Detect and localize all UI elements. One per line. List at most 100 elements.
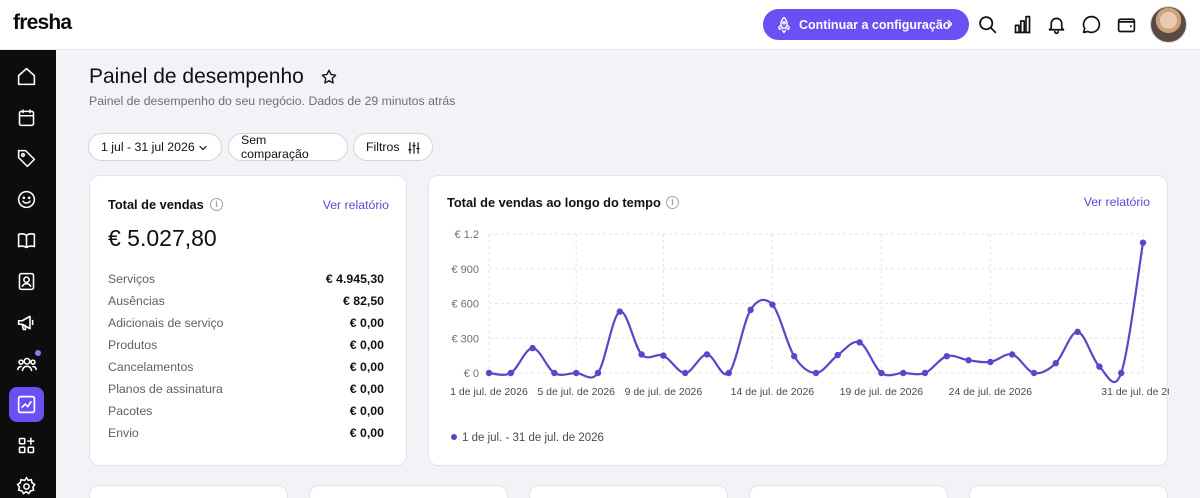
bell-icon[interactable]: [1045, 13, 1067, 35]
data-point: [551, 369, 558, 377]
x-tick-label: 5 de jul. de 2026: [537, 386, 615, 398]
x-tick-label: 14 de jul. de 2026: [731, 386, 815, 398]
contact-card-icon: [18, 272, 35, 291]
filters-button[interactable]: Filtros: [353, 133, 433, 161]
total-sales-card: Total de vendas i Ver relatório € 5.027,…: [89, 175, 407, 466]
date-range-dropdown[interactable]: 1 jul - 31 jul 2026: [88, 133, 222, 161]
sales-breakdown-value: € 0,00: [349, 426, 384, 440]
sidebar-item-team-card[interactable]: [9, 264, 44, 299]
summary-card: [969, 485, 1168, 498]
sales-breakdown-row: Planos de assinatura € 0,00: [108, 382, 384, 396]
y-tick-label: € 300: [451, 333, 479, 345]
data-point: [1009, 351, 1016, 358]
sales-breakdown-value: € 0,00: [349, 404, 384, 418]
sales-breakdown-label: Ausências: [108, 294, 165, 308]
data-point: [921, 369, 929, 377]
x-tick-label: 9 de jul. de 2026: [625, 386, 703, 398]
summary-card: [529, 485, 728, 498]
chevron-right-icon: [943, 17, 957, 31]
chat-icon[interactable]: [1080, 13, 1102, 35]
sales-breakdown-row: Adicionais de serviço € 0,00: [108, 316, 384, 330]
smile-icon: [17, 190, 36, 209]
sidebar-item-calendar[interactable]: [9, 100, 44, 135]
data-point: [616, 308, 623, 315]
sidebar-item-team[interactable]: [9, 346, 44, 381]
tag-icon: [17, 149, 36, 168]
trend-chart-icon: [17, 395, 36, 414]
x-tick-label: 19 de jul. de 2026: [840, 386, 924, 398]
sales-breakdown-label: Planos de assinatura: [108, 382, 223, 396]
sales-breakdown-value: € 82,50: [342, 294, 384, 308]
sidebar-item-marketing[interactable]: [9, 305, 44, 340]
data-point: [1052, 359, 1059, 367]
team-icon: [16, 357, 37, 371]
summary-card: [749, 485, 948, 498]
data-point: [900, 369, 907, 377]
info-icon[interactable]: i: [210, 198, 223, 211]
settings-icon: [16, 476, 36, 495]
sales-breakdown-row: Envio € 0,00: [108, 426, 384, 440]
x-tick-label: 24 de jul. de 2026: [949, 386, 1033, 398]
date-range-label: 1 jul - 31 jul 2026: [101, 140, 195, 154]
sidebar-item-tags[interactable]: [9, 141, 44, 176]
book-icon: [17, 233, 36, 249]
data-point: [1074, 328, 1081, 336]
summary-card: [309, 485, 508, 498]
sales-breakdown-value: € 0,00: [349, 316, 384, 330]
total-sales-value: € 5.027,80: [108, 225, 217, 251]
x-tick-label: 1 de jul. de 2026: [450, 386, 528, 398]
sales-over-time-card: Total de vendas ao longo do tempo i Ver …: [428, 175, 1169, 466]
y-tick-label: € 1.2: [455, 229, 479, 241]
data-point: [1118, 369, 1125, 377]
sales-breakdown-value: € 0,00: [349, 360, 384, 374]
view-report-link[interactable]: Ver relatório: [323, 198, 389, 212]
data-point: [943, 353, 950, 360]
sales-breakdown-label: Adicionais de serviço: [108, 316, 224, 330]
data-point: [812, 369, 820, 377]
data-point: [507, 369, 514, 377]
y-tick-label: € 600: [451, 299, 479, 311]
sidebar-item-clients[interactable]: [9, 182, 44, 217]
data-point: [747, 306, 754, 314]
sales-breakdown-label: Serviços: [108, 272, 156, 286]
data-point: [987, 358, 994, 366]
continue-setup-label: Continuar a configuração: [799, 17, 951, 32]
fresha-logo[interactable]: fresha: [13, 11, 72, 35]
search-icon[interactable]: [976, 13, 998, 35]
continue-setup-button[interactable]: Continuar a configuração: [763, 9, 969, 40]
user-avatar[interactable]: [1150, 6, 1187, 43]
data-point: [485, 369, 493, 377]
y-tick-label: € 900: [451, 264, 479, 276]
sales-breakdown-label: Pacotes: [108, 404, 153, 418]
data-point: [594, 369, 602, 377]
series-line: [488, 242, 1145, 383]
data-point: [1139, 239, 1147, 246]
sidebar-item-apps[interactable]: [9, 428, 44, 463]
page-title: Painel de desempenho: [89, 65, 304, 88]
sales-line-chart: € 0 € 300 € 600 € 900 € 1.2 1 de jul. de 2026…: [450, 229, 1169, 444]
x-tick-label: 31 de jul. de 2026: [1101, 386, 1169, 398]
comparison-label: Sem comparação: [241, 133, 309, 161]
sidebar-item-home[interactable]: [9, 59, 44, 94]
wallet-icon[interactable]: [1115, 13, 1137, 35]
comparison-button[interactable]: Sem comparação: [228, 133, 348, 161]
megaphone-icon: [17, 315, 34, 331]
data-point: [660, 352, 667, 359]
bar-chart-icon[interactable]: [1011, 13, 1033, 35]
sales-breakdown-value: € 0,00: [349, 382, 384, 396]
sidebar-item-settings[interactable]: [9, 469, 44, 498]
sidebar-item-catalog[interactable]: [9, 223, 44, 258]
legend-marker: [451, 434, 457, 440]
filters-label: Filtros: [366, 140, 400, 154]
data-point: [638, 351, 645, 358]
data-point: [703, 351, 711, 358]
data-point: [856, 339, 863, 346]
favorite-star-icon[interactable]: [320, 68, 338, 86]
summary-card: [89, 485, 288, 498]
calendar-icon: [18, 109, 35, 127]
data-point: [769, 301, 776, 308]
rocket-icon: [775, 16, 793, 34]
total-sales-title: Total de vendas: [108, 197, 204, 212]
sidebar-item-analytics[interactable]: [9, 387, 44, 422]
sales-breakdown-row: Serviços € 4.945,30: [108, 272, 384, 286]
